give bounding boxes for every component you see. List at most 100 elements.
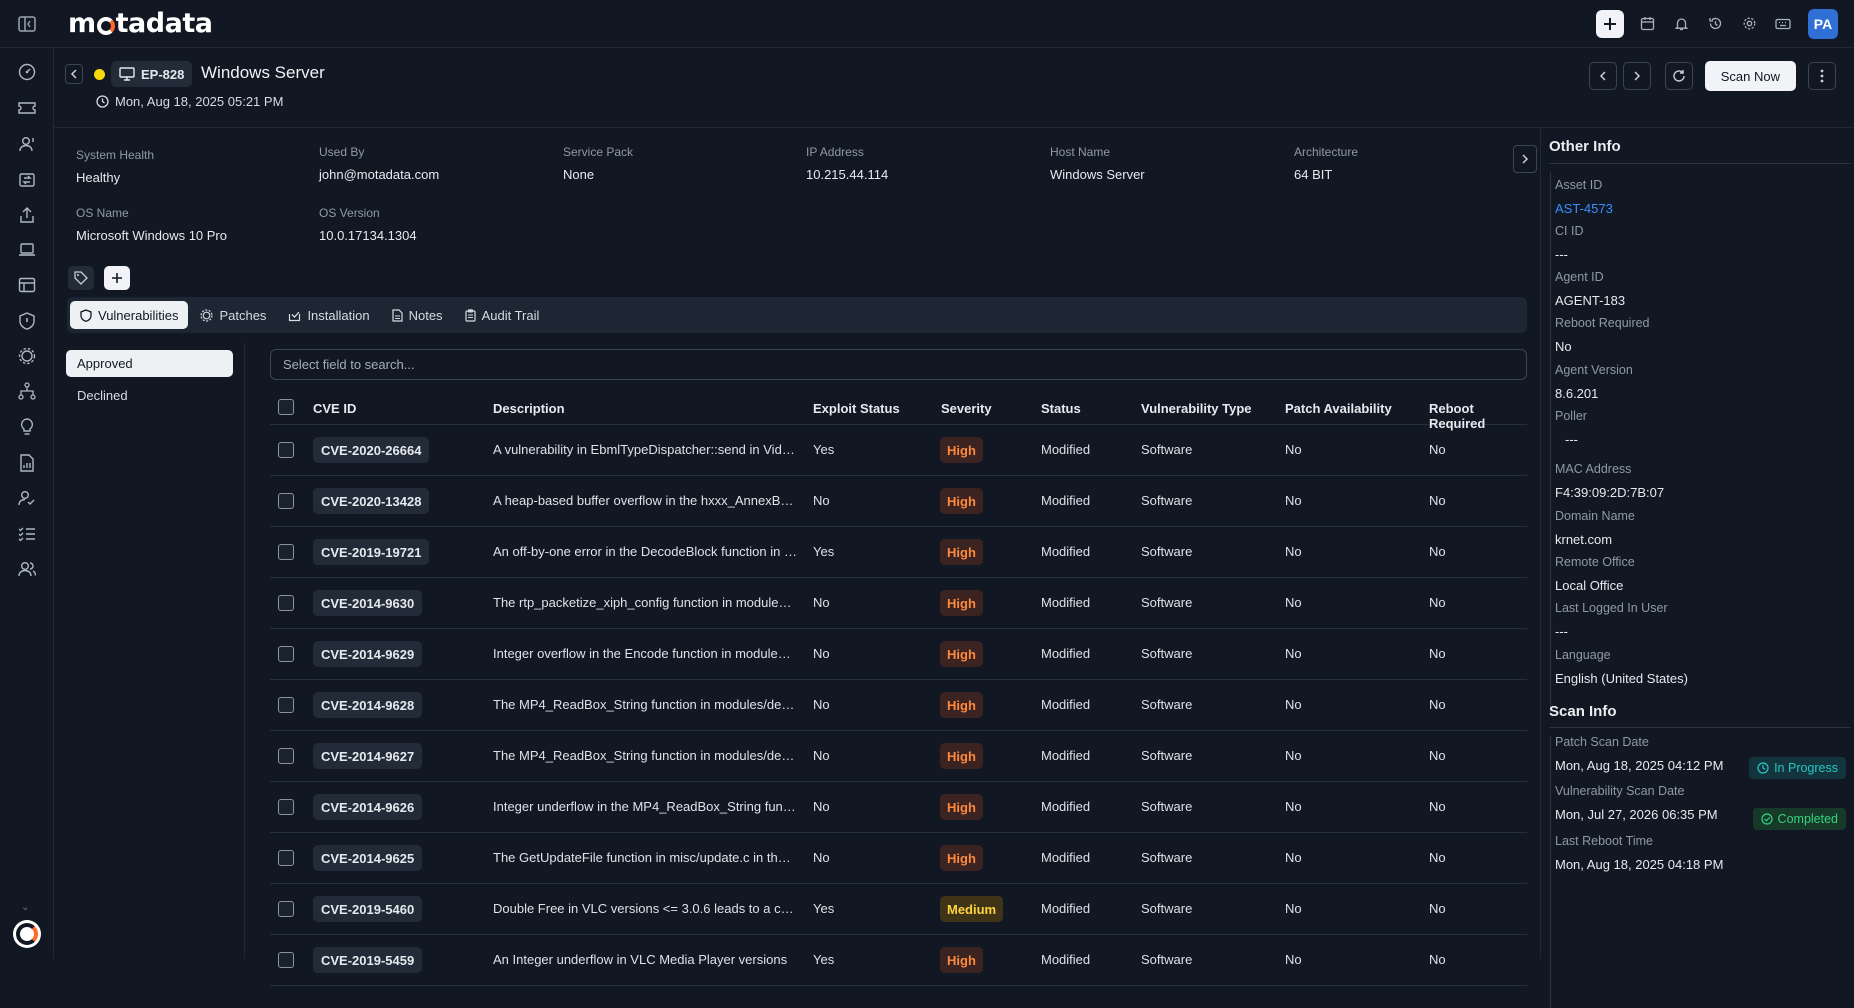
keyboard-icon[interactable]: [1768, 9, 1798, 39]
table-row[interactable]: CVE-2014-9628 The MP4_ReadBox_String func…: [270, 680, 1527, 731]
tab-vulnerabilities[interactable]: Vulnerabilities: [70, 301, 189, 329]
user-check-icon[interactable]: [15, 486, 39, 510]
row-checkbox[interactable]: [278, 442, 294, 458]
filter-approved[interactable]: Approved: [66, 350, 233, 377]
clock-icon: [96, 95, 109, 108]
row-checkbox[interactable]: [278, 850, 294, 866]
table-row[interactable]: CVE-2020-13428 A heap-based buffer overfl…: [270, 476, 1527, 527]
severity-badge: High: [940, 488, 983, 514]
lightbulb-icon[interactable]: [15, 415, 39, 439]
column-header[interactable]: Patch Availability: [1285, 401, 1392, 416]
cve-id-chip[interactable]: CVE-2014-9627: [313, 743, 423, 769]
asset-summary: System Health Healthy Used By john@motad…: [54, 128, 1540, 293]
dashboard-icon[interactable]: [15, 60, 39, 84]
column-header[interactable]: Severity: [941, 401, 992, 416]
filter-declined[interactable]: Declined: [66, 382, 233, 409]
cve-id-chip[interactable]: CVE-2020-26664: [313, 437, 430, 463]
cve-id-chip[interactable]: CVE-2019-19721: [313, 539, 430, 565]
field-label: Architecture: [1294, 145, 1359, 159]
shield-nav-icon[interactable]: [15, 309, 39, 333]
cve-id-chip[interactable]: CVE-2014-9625: [313, 845, 423, 871]
users-icon[interactable]: [15, 557, 39, 581]
column-header[interactable]: CVE ID: [313, 401, 356, 416]
table-row[interactable]: CVE-2019-5460 Double Free in VLC versions…: [270, 884, 1527, 935]
field-label: Reboot Required: [1555, 316, 1650, 330]
severity-badge: High: [940, 437, 983, 463]
rail-expand-icon[interactable]: ⌄: [21, 902, 29, 913]
gear-icon[interactable]: [1734, 9, 1764, 39]
table-row[interactable]: CVE-2014-9629 Integer overflow in the Enc…: [270, 629, 1527, 680]
row-checkbox[interactable]: [278, 748, 294, 764]
table-row[interactable]: CVE-2014-9630 The rtp_packetize_xiph_conf…: [270, 578, 1527, 629]
tasks-icon[interactable]: [15, 522, 39, 546]
tag-icon[interactable]: [68, 266, 94, 290]
cve-id-chip[interactable]: CVE-2019-5459: [313, 947, 423, 973]
row-checkbox[interactable]: [278, 493, 294, 509]
row-checkbox[interactable]: [278, 544, 294, 560]
row-checkbox[interactable]: [278, 799, 294, 815]
tab-installation[interactable]: Installation: [278, 301, 379, 329]
patch-availability-cell: No: [1285, 697, 1302, 712]
column-header[interactable]: Vulnerability Type: [1141, 401, 1252, 416]
laptop-icon[interactable]: [15, 238, 39, 262]
badge-text: In Progress: [1774, 761, 1838, 775]
previous-button[interactable]: [1588, 62, 1617, 90]
brand-mark-icon[interactable]: [13, 920, 41, 948]
scan-now-button[interactable]: Scan Now: [1704, 61, 1796, 91]
cve-id-chip[interactable]: CVE-2014-9630: [313, 590, 423, 616]
ticket-icon[interactable]: [15, 96, 39, 120]
table-row[interactable]: CVE-2014-9627 The MP4_ReadBox_String func…: [270, 731, 1527, 782]
row-checkbox[interactable]: [278, 646, 294, 662]
table-row[interactable]: CVE-2019-19721 An off-by-one error in the…: [270, 527, 1527, 578]
asset-id-link[interactable]: AST-4573: [1555, 201, 1613, 216]
status-cell: Modified: [1041, 697, 1091, 712]
report-icon[interactable]: [15, 451, 39, 475]
field-value: krnet.com: [1555, 532, 1613, 547]
user-alert-icon[interactable]: [15, 132, 39, 156]
history-icon[interactable]: [1700, 9, 1730, 39]
tab-notes[interactable]: Notes: [382, 301, 453, 329]
sidebar-toggle-icon[interactable]: [0, 0, 54, 48]
table-row[interactable]: CVE-2019-5459 An Integer underflow in VLC…: [270, 935, 1527, 986]
hierarchy-icon[interactable]: [15, 379, 39, 403]
back-button[interactable]: [65, 64, 83, 84]
cve-id-chip[interactable]: CVE-2014-9626: [313, 794, 423, 820]
inventory-icon[interactable]: [15, 273, 39, 297]
table-row[interactable]: CVE-2014-9626 Integer underflow in the MP…: [270, 782, 1527, 833]
column-header[interactable]: Status: [1041, 401, 1081, 416]
cve-id-chip[interactable]: CVE-2019-5460: [313, 896, 423, 922]
patch-nav-icon[interactable]: [15, 344, 39, 368]
row-checkbox[interactable]: [278, 952, 294, 968]
cve-id-chip[interactable]: CVE-2020-13428: [313, 488, 430, 514]
row-checkbox[interactable]: [278, 697, 294, 713]
sync-icon[interactable]: [15, 168, 39, 192]
next-button[interactable]: [1622, 62, 1651, 90]
row-checkbox[interactable]: [278, 595, 294, 611]
user-avatar[interactable]: PA: [1808, 8, 1838, 39]
collapse-panel-button[interactable]: [1513, 145, 1537, 173]
row-checkbox[interactable]: [278, 901, 294, 917]
search-input[interactable]: Select field to search...: [270, 349, 1527, 380]
domain-name-field: Domain Name krnet.com: [1555, 509, 1635, 547]
column-header[interactable]: Exploit Status: [813, 401, 900, 416]
add-icon[interactable]: [1596, 9, 1624, 38]
calendar-icon[interactable]: [1632, 9, 1662, 39]
more-options-icon[interactable]: [1808, 62, 1836, 90]
tab-patches[interactable]: Patches: [190, 301, 276, 329]
table-row[interactable]: CVE-2014-9625 The GetUpdateFile function …: [270, 833, 1527, 884]
upload-icon[interactable]: [15, 203, 39, 227]
column-header[interactable]: Description: [493, 401, 565, 416]
cve-id-chip[interactable]: CVE-2014-9628: [313, 692, 423, 718]
add-tag-button[interactable]: [104, 266, 130, 290]
status-cell: Modified: [1041, 595, 1091, 610]
field-label: Language: [1555, 648, 1611, 662]
app-logo[interactable]: m tadata: [68, 8, 213, 39]
reboot-required-cell: No: [1429, 799, 1446, 814]
bell-icon[interactable]: [1666, 9, 1696, 39]
field-value: Healthy: [76, 170, 121, 185]
select-all-checkbox[interactable]: [278, 399, 294, 415]
cve-id-chip[interactable]: CVE-2014-9629: [313, 641, 423, 667]
refresh-icon[interactable]: [1664, 62, 1693, 90]
table-row[interactable]: CVE-2020-26664 A vulnerability in EbmlTyp…: [270, 425, 1527, 476]
tab-audit-trail[interactable]: Audit Trail: [455, 301, 550, 329]
